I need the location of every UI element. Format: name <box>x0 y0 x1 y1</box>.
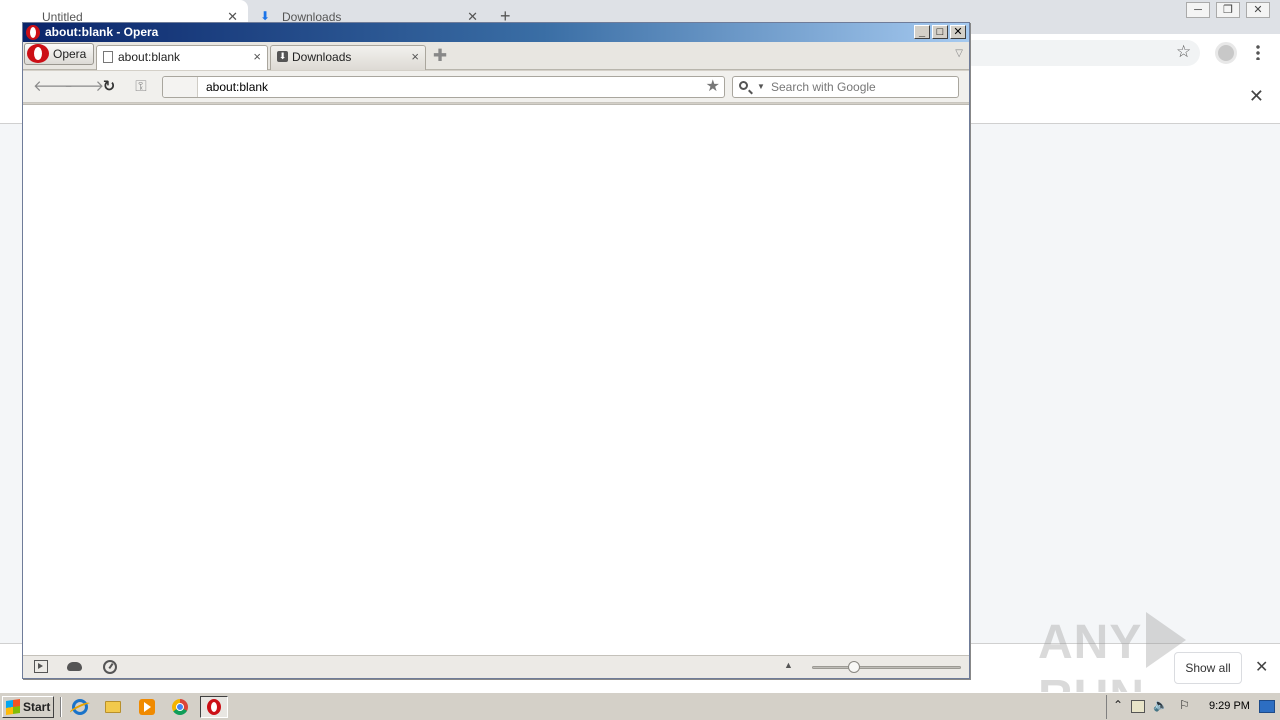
tab-label: Downloads <box>292 50 352 64</box>
zoom-slider-track[interactable] <box>812 666 961 669</box>
download-icon: ⬇ <box>277 51 288 62</box>
close-button[interactable]: ✕ <box>950 25 966 39</box>
turbo-speedometer-icon[interactable] <box>103 660 117 674</box>
tab-close-icon[interactable]: × <box>253 46 261 68</box>
opera-menu-button[interactable]: Opera <box>24 43 94 65</box>
opera-window: about:blank - Opera _ □ ✕ Opera about:bl… <box>22 22 970 679</box>
opera-navigation-toolbar: 🡐 🡒 ↻ ⚿ about:blank ★ ▼ Search with Goog… <box>23 71 969 103</box>
system-tray: ⌃ 🔈 ⚐ 9:29 PM <box>1106 695 1280 719</box>
chrome-icon[interactable] <box>166 696 194 718</box>
bookmark-star-icon[interactable]: ☆ <box>1176 42 1191 62</box>
play-logo-icon <box>1146 612 1187 668</box>
minimize-button[interactable]: ─ <box>1186 2 1210 18</box>
network-icon[interactable] <box>1131 700 1145 713</box>
file-explorer-icon[interactable] <box>99 696 127 718</box>
chrome-omnibox[interactable] <box>960 40 1200 66</box>
reload-button[interactable]: ↻ <box>97 77 121 97</box>
start-button[interactable]: Start <box>2 696 54 718</box>
bookmark-star-icon[interactable]: ★ <box>706 77 720 97</box>
page-content-area[interactable] <box>23 104 969 655</box>
close-button[interactable]: ✕ <box>1246 2 1270 18</box>
search-icon <box>739 81 748 90</box>
opera-logo-icon <box>26 25 40 40</box>
window-title: about:blank - Opera <box>45 25 159 39</box>
infobar-close-icon[interactable]: ✕ <box>1249 86 1264 107</box>
chrome-window-controls: ─ ❐ ✕ <box>1186 2 1270 18</box>
opera-icon[interactable] <box>200 696 228 718</box>
show-hidden-icons-icon[interactable]: ⌃ <box>1113 698 1123 712</box>
chrome-menu-icon[interactable] <box>1256 44 1260 60</box>
forward-button[interactable]: 🡒 <box>64 77 104 97</box>
windows-taskbar: Start ⌃ 🔈 ⚐ 9:29 PM <box>0 692 1280 720</box>
page-icon <box>103 51 113 63</box>
download-icon: ⬇ <box>260 9 271 23</box>
internet-explorer-icon[interactable] <box>66 696 94 718</box>
panel-toggle-icon[interactable] <box>34 660 48 673</box>
tab-list-icon[interactable]: ▽ <box>955 48 963 59</box>
windows-logo-icon <box>6 699 20 715</box>
volume-icon[interactable]: 🔈 <box>1153 698 1168 712</box>
clock[interactable]: 9:29 PM <box>1209 700 1250 712</box>
opera-window-controls: _ □ ✕ <box>914 25 966 39</box>
profile-avatar-icon[interactable] <box>1215 42 1237 64</box>
opera-logo-icon <box>27 44 49 63</box>
taskbar-separator <box>60 697 62 717</box>
zoom-slider-thumb[interactable] <box>848 661 860 673</box>
action-center-flag-icon[interactable]: ⚐ <box>1179 698 1190 712</box>
address-bar[interactable]: about:blank ★ <box>162 76 725 98</box>
minimize-button[interactable]: _ <box>914 25 930 39</box>
tab-label: about:blank <box>118 50 181 64</box>
search-engine-dropdown-icon[interactable]: ▼ <box>757 79 765 95</box>
key-icon[interactable]: ⚿ <box>129 77 153 97</box>
maximize-button[interactable]: □ <box>932 25 948 39</box>
search-field[interactable]: ▼ Search with Google <box>732 76 959 98</box>
opera-title-bar[interactable]: about:blank - Opera _ □ ✕ <box>23 23 969 42</box>
show-desktop-icon[interactable] <box>1259 700 1275 713</box>
address-url[interactable]: about:blank <box>206 80 268 94</box>
search-placeholder[interactable]: Search with Google <box>771 80 876 94</box>
new-tab-button[interactable]: ✚ <box>431 47 449 65</box>
opera-menu-label: Opera <box>53 47 87 61</box>
opera-link-cloud-icon[interactable] <box>67 662 82 671</box>
tab-downloads[interactable]: ⬇ Downloads × <box>270 45 426 70</box>
tab-about-blank[interactable]: about:blank × <box>96 45 268 70</box>
expand-up-icon[interactable]: ▲ <box>784 660 793 670</box>
opera-tab-bar: Opera about:blank × ⬇ Downloads × ✚ ▽ <box>23 42 969 70</box>
restore-button[interactable]: ❐ <box>1216 2 1240 18</box>
start-label: Start <box>23 700 51 714</box>
tab-close-icon[interactable]: × <box>411 46 419 68</box>
media-player-icon[interactable] <box>133 696 161 718</box>
opera-status-bar: ▲ <box>23 655 969 678</box>
site-info-button[interactable] <box>163 77 198 97</box>
back-button[interactable]: 🡐 <box>33 77 73 97</box>
